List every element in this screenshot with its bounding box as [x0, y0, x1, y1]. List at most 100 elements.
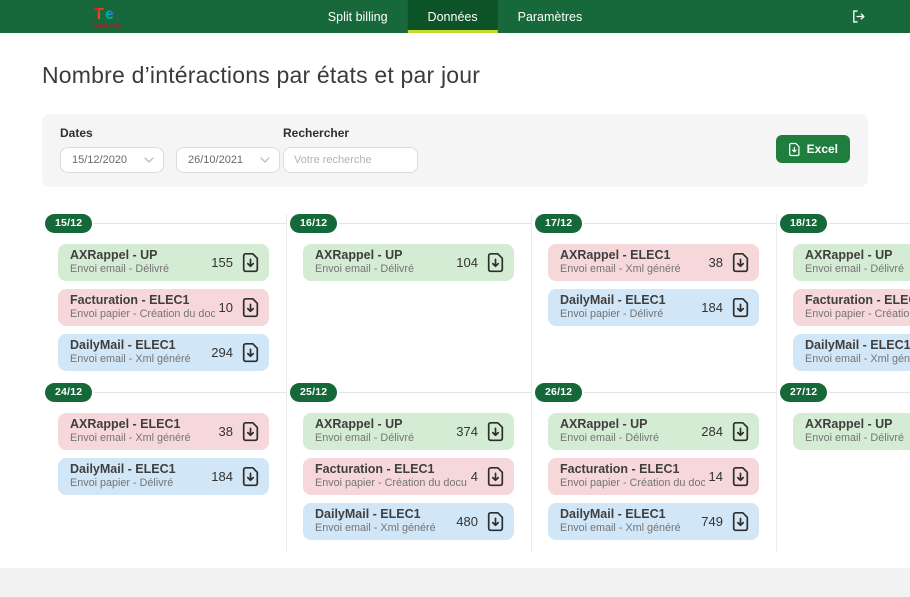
card-count: 14: [709, 469, 723, 484]
card-text: AXRappel - UP Envoi email - Délivré: [70, 248, 207, 276]
card-text: AXRappel - UP Envoi email - Délivré: [315, 248, 452, 276]
day-header: 17/12: [535, 214, 776, 233]
download-icon[interactable]: [731, 421, 750, 442]
interaction-card: AXRappel - ELEC1 Envoi email - Xml génér…: [548, 244, 759, 281]
card-title: DailyMail - ELEC1: [560, 507, 697, 522]
card-title: AXRappel - UP: [805, 417, 910, 432]
card-text: DailyMail - ELEC1 Envoi papier - Délivré: [70, 462, 207, 490]
download-icon[interactable]: [241, 421, 260, 442]
card-subtitle: Envoi email - Xml généré: [560, 522, 697, 535]
date-to-value: 26/10/2021: [188, 154, 260, 166]
excel-export-button[interactable]: Excel: [776, 135, 850, 163]
card-subtitle: Envoi email - Xml généré: [315, 522, 452, 535]
interaction-card: DailyMail - ELEC1 Envoi email - Xml géné…: [793, 334, 910, 371]
search-input[interactable]: [283, 147, 418, 173]
download-icon[interactable]: [241, 297, 260, 318]
download-icon[interactable]: [731, 252, 750, 273]
nav-links: Split billing Données Paramètres: [308, 0, 602, 33]
nav-item-parametres[interactable]: Paramètres: [498, 0, 603, 33]
card-subtitle: Envoi papier - Création du document: [70, 308, 215, 321]
interaction-card: Facturation - ELEC1 Envoi papier - Créat…: [548, 458, 759, 495]
logout-icon[interactable]: [851, 9, 866, 24]
nav-item-split-billing[interactable]: Split billing: [308, 0, 408, 33]
card-subtitle: Envoi email - Xml généré: [805, 353, 910, 366]
card-title: Facturation - ELEC1: [805, 293, 910, 308]
day-header: 27/12: [780, 383, 910, 402]
download-icon[interactable]: [486, 421, 505, 442]
date-to-select[interactable]: 26/10/2021: [176, 147, 280, 173]
card-count: 38: [219, 424, 233, 439]
interaction-card: DailyMail - ELEC1 Envoi papier - Délivré…: [548, 289, 759, 326]
date-from-select[interactable]: 15/12/2020: [60, 147, 164, 173]
day-header: 16/12: [290, 214, 531, 233]
day-divider-line: [584, 392, 776, 393]
download-icon[interactable]: [486, 511, 505, 532]
download-icon[interactable]: [731, 466, 750, 487]
card-subtitle: Envoi email - Délivré: [560, 432, 697, 445]
totalenergies-logo-icon: T e TotalEnergies: [86, 4, 132, 30]
day-divider-line: [584, 223, 776, 224]
card-subtitle: Envoi email - Xml généré: [560, 263, 705, 276]
card-title: DailyMail - ELEC1: [315, 507, 452, 522]
download-icon[interactable]: [241, 466, 260, 487]
day-grid-row-1: 15/12 AXRappel - UP Envoi email - Délivr…: [42, 214, 910, 383]
svg-text:T: T: [94, 6, 104, 23]
interaction-card: AXRappel - UP Envoi email - Délivré: [793, 244, 910, 281]
day-column-24-12: 24/12 AXRappel - ELEC1 Envoi email - Xml…: [42, 383, 287, 552]
day-cards: AXRappel - UP Envoi email - Délivré 284 …: [532, 413, 776, 540]
card-text: AXRappel - UP Envoi email - Délivré: [805, 248, 910, 276]
day-divider-line: [94, 392, 286, 393]
download-icon[interactable]: [241, 342, 260, 363]
day-badge: 26/12: [535, 383, 582, 402]
card-count: 294: [211, 345, 233, 360]
day-column-15-12: 15/12 AXRappel - UP Envoi email - Délivr…: [42, 214, 287, 383]
card-subtitle: Envoi papier - Délivré: [70, 477, 207, 490]
card-title: Facturation - ELEC1: [315, 462, 467, 477]
download-icon[interactable]: [486, 466, 505, 487]
day-column-25-12: 25/12 AXRappel - UP Envoi email - Délivr…: [287, 383, 532, 552]
card-text: Facturation - ELEC1 Envoi papier - Créat…: [315, 462, 467, 490]
download-icon[interactable]: [731, 511, 750, 532]
card-text: Facturation - ELEC1 Envoi papier - Créat…: [70, 293, 215, 321]
day-header: 15/12: [45, 214, 286, 233]
card-title: Facturation - ELEC1: [560, 462, 705, 477]
card-count: 480: [456, 514, 478, 529]
card-subtitle: Envoi email - Délivré: [805, 263, 910, 276]
chevron-down-icon: [260, 157, 270, 163]
interactions-day-grid: 15/12 AXRappel - UP Envoi email - Délivr…: [42, 214, 910, 552]
download-icon[interactable]: [486, 252, 505, 273]
card-text: Facturation - ELEC1 Envoi papier - Créat…: [805, 293, 910, 321]
totalenergies-logo: T e TotalEnergies: [86, 0, 132, 33]
nav-item-donnees[interactable]: Données: [408, 0, 498, 33]
card-title: AXRappel - UP: [70, 248, 207, 263]
card-count: 184: [701, 300, 723, 315]
card-subtitle: Envoi email - Délivré: [805, 432, 910, 445]
day-badge: 24/12: [45, 383, 92, 402]
card-count: 184: [211, 469, 233, 484]
day-badge: 18/12: [780, 214, 827, 233]
card-text: AXRappel - ELEC1 Envoi email - Xml génér…: [70, 417, 215, 445]
download-icon[interactable]: [241, 252, 260, 273]
card-title: DailyMail - ELEC1: [70, 338, 207, 353]
day-column-17-12: 17/12 AXRappel - ELEC1 Envoi email - Xml…: [532, 214, 777, 383]
day-badge: 17/12: [535, 214, 582, 233]
card-subtitle: Envoi email - Délivré: [315, 432, 452, 445]
card-count: 38: [709, 255, 723, 270]
day-cards: AXRappel - UP Envoi email - Délivré Fact…: [777, 244, 910, 371]
nav-right: [851, 0, 866, 33]
card-subtitle: Envoi papier - Délivré: [560, 308, 697, 321]
day-header: 18/12: [780, 214, 910, 233]
day-cards: AXRappel - ELEC1 Envoi email - Xml génér…: [42, 413, 286, 495]
interaction-card: AXRappel - UP Envoi email - Délivré 155: [58, 244, 269, 281]
day-badge: 15/12: [45, 214, 92, 233]
day-cards: AXRappel - ELEC1 Envoi email - Xml génér…: [532, 244, 776, 326]
page-title: Nombre d’intéractions par états et par j…: [42, 62, 910, 89]
day-cards: AXRappel - UP Envoi email - Délivré: [777, 413, 910, 450]
top-navbar: T e TotalEnergies Split billing Données …: [0, 0, 910, 33]
day-column-18-12: 18/12 AXRappel - UP Envoi email - Délivr…: [777, 214, 910, 383]
day-header: 24/12: [45, 383, 286, 402]
excel-button-label: Excel: [807, 142, 838, 156]
card-title: AXRappel - UP: [805, 248, 910, 263]
download-icon[interactable]: [731, 297, 750, 318]
card-text: AXRappel - UP Envoi email - Délivré: [560, 417, 697, 445]
